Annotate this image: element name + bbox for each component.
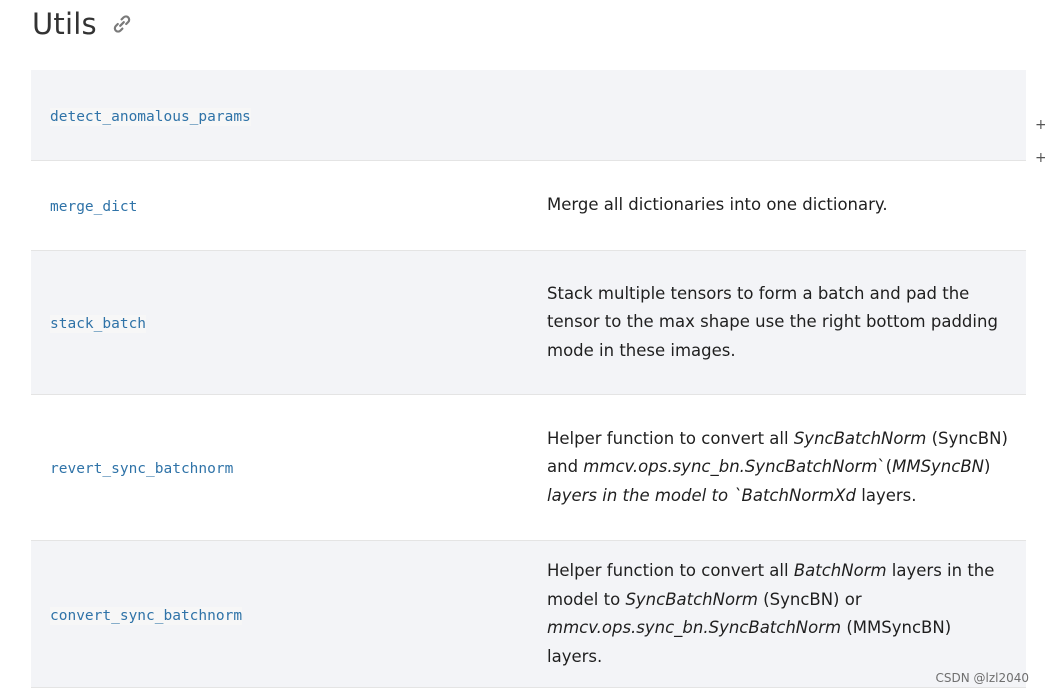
description-text: layers.: [856, 485, 917, 505]
table-row: detect_anomalous_params: [31, 70, 1026, 161]
description-text: Helper function to convert all: [547, 428, 794, 448]
table-row: merge_dict Merge all dictionaries into o…: [31, 161, 1026, 251]
expand-button[interactable]: +: [1035, 151, 1045, 165]
description-text: Merge all dictionaries into one dictiona…: [547, 195, 888, 215]
section-heading: Utils: [32, 2, 133, 46]
link-icon[interactable]: [111, 13, 133, 35]
description-cell: Merge all dictionaries into one dictiona…: [547, 191, 1026, 220]
name-cell: convert_sync_batchnorm: [31, 605, 547, 625]
name-cell: revert_sync_batchnorm: [31, 458, 547, 478]
description-text: ): [984, 457, 991, 477]
stack-batch-link[interactable]: stack_batch: [50, 315, 147, 333]
description-text: (SyncBN) or: [757, 589, 862, 609]
section-title: Utils: [32, 7, 97, 41]
detect-anomalous-params-link[interactable]: detect_anomalous_params: [50, 107, 251, 126]
expand-button[interactable]: +: [1035, 118, 1045, 132]
name-cell: stack_batch: [31, 313, 547, 333]
description-cell: Helper function to convert all SyncBatch…: [547, 425, 1026, 511]
description-code-ref: SyncBatchNorm: [793, 428, 927, 448]
description-code-ref: SyncBatchNorm: [625, 589, 758, 609]
table-row: revert_sync_batchnorm Helper function to…: [31, 395, 1026, 541]
description-text: Helper function to convert all: [547, 561, 794, 580]
description-code-ref: mmcv.ops.sync_bn.SyncBatchNorm: [583, 457, 878, 477]
table-row: convert_sync_batchnorm Helper function t…: [31, 541, 1026, 688]
merge-dict-link[interactable]: merge_dict: [50, 198, 138, 216]
description-code-ref: BatchNorm: [793, 561, 887, 580]
watermark: CSDN @lzl2040: [935, 671, 1029, 685]
description-code-ref: mmcv.ops.sync_bn.SyncBatchNorm: [547, 618, 842, 637]
name-cell: detect_anomalous_params: [31, 106, 547, 126]
convert-sync-batchnorm-link[interactable]: convert_sync_batchnorm: [50, 606, 243, 625]
description-cell: Stack multiple tensors to form a batch a…: [547, 280, 1026, 366]
page: Utils detect_anomalous_params merge_dict…: [0, 0, 1045, 693]
revert-sync-batchnorm-link[interactable]: revert_sync_batchnorm: [50, 460, 234, 478]
description-text: `(: [877, 457, 893, 477]
description-code-ref: MMSyncBN: [892, 457, 984, 477]
description-text: Stack multiple tensors to form a batch a…: [547, 283, 998, 360]
name-cell: merge_dict: [31, 196, 547, 216]
description-code-ref: layers in the model to `BatchNormXd: [547, 485, 857, 505]
table-row: stack_batch Stack multiple tensors to fo…: [31, 251, 1026, 395]
description-cell: Helper function to convert all BatchNorm…: [547, 557, 1026, 671]
api-table: detect_anomalous_params merge_dict Merge…: [31, 70, 1026, 688]
